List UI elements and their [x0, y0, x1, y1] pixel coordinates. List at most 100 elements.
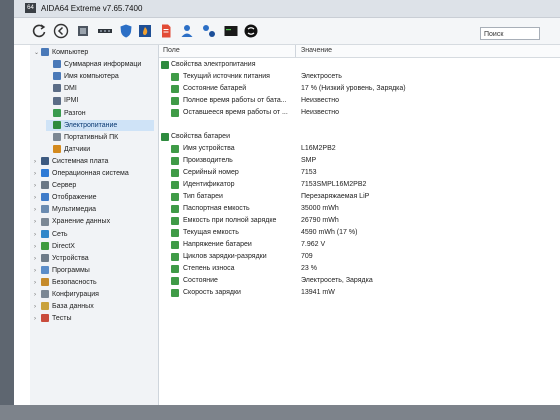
report-icon[interactable] [158, 23, 174, 39]
sidebar-item-display[interactable]: › Отображение [34, 192, 154, 203]
table-group-row[interactable]: Свойства электропитания [159, 59, 560, 71]
expand-arrow-icon[interactable]: › [34, 278, 41, 289]
sidebar-item-label: Отображение [52, 194, 97, 202]
computer-icon [41, 48, 49, 57]
sidebar-item-security[interactable]: › Безопасность [34, 277, 154, 288]
table-row[interactable]: Серийный номер 7153 [159, 167, 560, 179]
sidebar-item-config[interactable]: › Конфигурация [34, 289, 154, 300]
table-row[interactable]: Состояние Электросеть, Зарядка [159, 275, 560, 287]
expand-arrow-icon[interactable]: › [34, 254, 41, 265]
expand-arrow-icon[interactable]: › [34, 193, 41, 204]
table-row[interactable]: Оставшееся время работы от ... Неизвестно [159, 107, 560, 119]
sidebar-item-programs[interactable]: › Программы [34, 265, 154, 276]
table-row[interactable]: Скорость зарядки 13941 mW [159, 287, 560, 299]
field-name: Свойства батареи [171, 133, 230, 140]
sidebar-item-sensor[interactable]: Датчики [46, 144, 154, 155]
table-row[interactable]: Степень износа 23 % [159, 263, 560, 275]
table-row[interactable]: Полное время работы от бата... Неизвестно [159, 95, 560, 107]
shield-icon[interactable] [118, 23, 134, 39]
sidebar-item-storage[interactable]: › Хранение данных [34, 216, 154, 227]
sidebar-item-label: Сеть [52, 230, 68, 238]
sidebar-item-dmi[interactable]: DMI [46, 83, 154, 94]
expand-arrow-icon[interactable]: › [34, 314, 41, 325]
server-icon [41, 181, 49, 190]
table-row[interactable]: Идентификатор 7153SMPL16M2PB2 [159, 179, 560, 191]
table-row[interactable]: Текущая емкость 4590 mWh (17 %) [159, 227, 560, 239]
aida64-logo-icon: 64 [25, 3, 36, 13]
expand-arrow-icon[interactable]: › [34, 181, 41, 192]
expand-arrow-icon[interactable]: › [34, 169, 41, 180]
sidebar-item-database[interactable]: › База данных [34, 301, 154, 312]
column-divider[interactable] [295, 45, 296, 57]
sidebar-item-label: Разгон [64, 109, 86, 117]
motherboard-icon [41, 157, 49, 166]
app-window: 64 AIDA64 Extreme v7.65.7400 Поиск ⌄ Комп… [14, 0, 560, 405]
field-value: 4590 mWh (17 %) [301, 229, 358, 236]
sidebar-item-server[interactable]: › Сервер [34, 180, 154, 191]
sidebar-item-os[interactable]: › Операционная система [34, 168, 154, 179]
expand-arrow-icon[interactable]: › [34, 302, 41, 313]
sidebar-item-tests[interactable]: › Тесты [34, 313, 154, 324]
field-value: 709 [301, 253, 313, 260]
security-icon [41, 278, 49, 287]
back-icon[interactable] [53, 23, 69, 39]
table-row[interactable]: Емкость при полной зарядке 26790 mWh [159, 215, 560, 227]
expand-arrow-icon[interactable]: › [34, 242, 41, 253]
field-value: L16M2PB2 [301, 145, 336, 152]
terminal-icon[interactable] [223, 23, 239, 39]
details-table: Поле Значение Свойства электропитания Тек… [159, 45, 560, 405]
table-row[interactable]: Циклов зарядки-разрядки 709 [159, 251, 560, 263]
sidebar-item-directx[interactable]: › DirectX [34, 241, 154, 252]
cycles-icon [171, 253, 179, 261]
directx-icon [41, 241, 49, 250]
sidebar-item-label: Безопасность [52, 278, 97, 286]
database-icon [41, 302, 49, 311]
expand-arrow-icon[interactable]: › [34, 205, 41, 216]
sidebar-item-network[interactable]: › Сеть [34, 229, 154, 240]
sidebar-item-devices[interactable]: › Устройства [34, 253, 154, 264]
field-value: 7153SMPL16M2PB2 [301, 181, 367, 188]
title-bar: 64 AIDA64 Extreme v7.65.7400 [14, 0, 560, 18]
table-row[interactable]: Производитель SMP [159, 155, 560, 167]
table-row[interactable]: Паспортная емкость 35000 mWh [159, 203, 560, 215]
expand-arrow-icon[interactable]: › [34, 290, 41, 301]
sidebar-item-motherboard[interactable]: › Системная плата [34, 156, 154, 167]
sidebar-item-label: Имя компьютера [64, 73, 119, 81]
tests-icon [41, 314, 49, 323]
table-row[interactable]: Тип батареи Перезаряжаемая LiP [159, 191, 560, 203]
column-value-header[interactable]: Значение [301, 47, 332, 54]
expand-arrow-icon[interactable]: › [34, 157, 41, 168]
expand-arrow-icon[interactable]: › [34, 266, 41, 277]
memory-icon[interactable] [97, 23, 113, 39]
column-field-header[interactable]: Поле [163, 47, 180, 54]
search-input[interactable]: Поиск [480, 27, 540, 40]
table-group-row[interactable]: Свойства батареи [159, 131, 560, 143]
sidebar-item-power[interactable]: Электропитание [46, 119, 154, 131]
sidebar-item-computer[interactable]: ⌄ Компьютер [34, 47, 154, 58]
table-row[interactable]: Текущий источник питания Электросеть [159, 71, 560, 83]
benchmark-icon[interactable] [201, 23, 217, 39]
sidebar-item-computer-name[interactable]: Имя компьютера [46, 71, 154, 82]
sidebar-item-laptop[interactable]: Портативный ПК [46, 132, 154, 143]
field-name: Напряжение батареи [183, 241, 252, 248]
user-icon[interactable] [179, 23, 195, 39]
expand-arrow-icon[interactable]: › [34, 230, 41, 241]
sidebar-item-summary[interactable]: Суммарная информаци [46, 59, 154, 70]
battery-type-icon [171, 193, 179, 201]
refresh-icon[interactable] [31, 23, 47, 39]
sidebar-item-multimedia[interactable]: › Мультимедиа [34, 204, 154, 215]
table-row[interactable]: Напряжение батареи 7.962 V [159, 239, 560, 251]
flame-icon[interactable] [137, 23, 153, 39]
current-capacity-icon [171, 229, 179, 237]
sidebar-item-overclock[interactable]: Разгон [46, 108, 154, 119]
field-value: 17 % (Низкий уровень, Зарядка) [301, 85, 406, 92]
sync-icon[interactable] [243, 23, 259, 39]
sidebar-item-ipmi[interactable]: IPMI [46, 95, 154, 106]
chip-icon[interactable] [75, 23, 91, 39]
table-row[interactable]: Имя устройства L16M2PB2 [159, 143, 560, 155]
sidebar-tree: ⌄ Компьютер Суммарная информаци Имя компьют… [30, 45, 159, 405]
sidebar-item-label: Портативный ПК [64, 133, 119, 141]
table-row[interactable]: Состояние батарей 17 % (Низкий уровень, З… [159, 83, 560, 95]
expand-arrow-icon[interactable]: › [34, 217, 41, 228]
collapse-arrow-icon[interactable]: ⌄ [34, 48, 41, 59]
